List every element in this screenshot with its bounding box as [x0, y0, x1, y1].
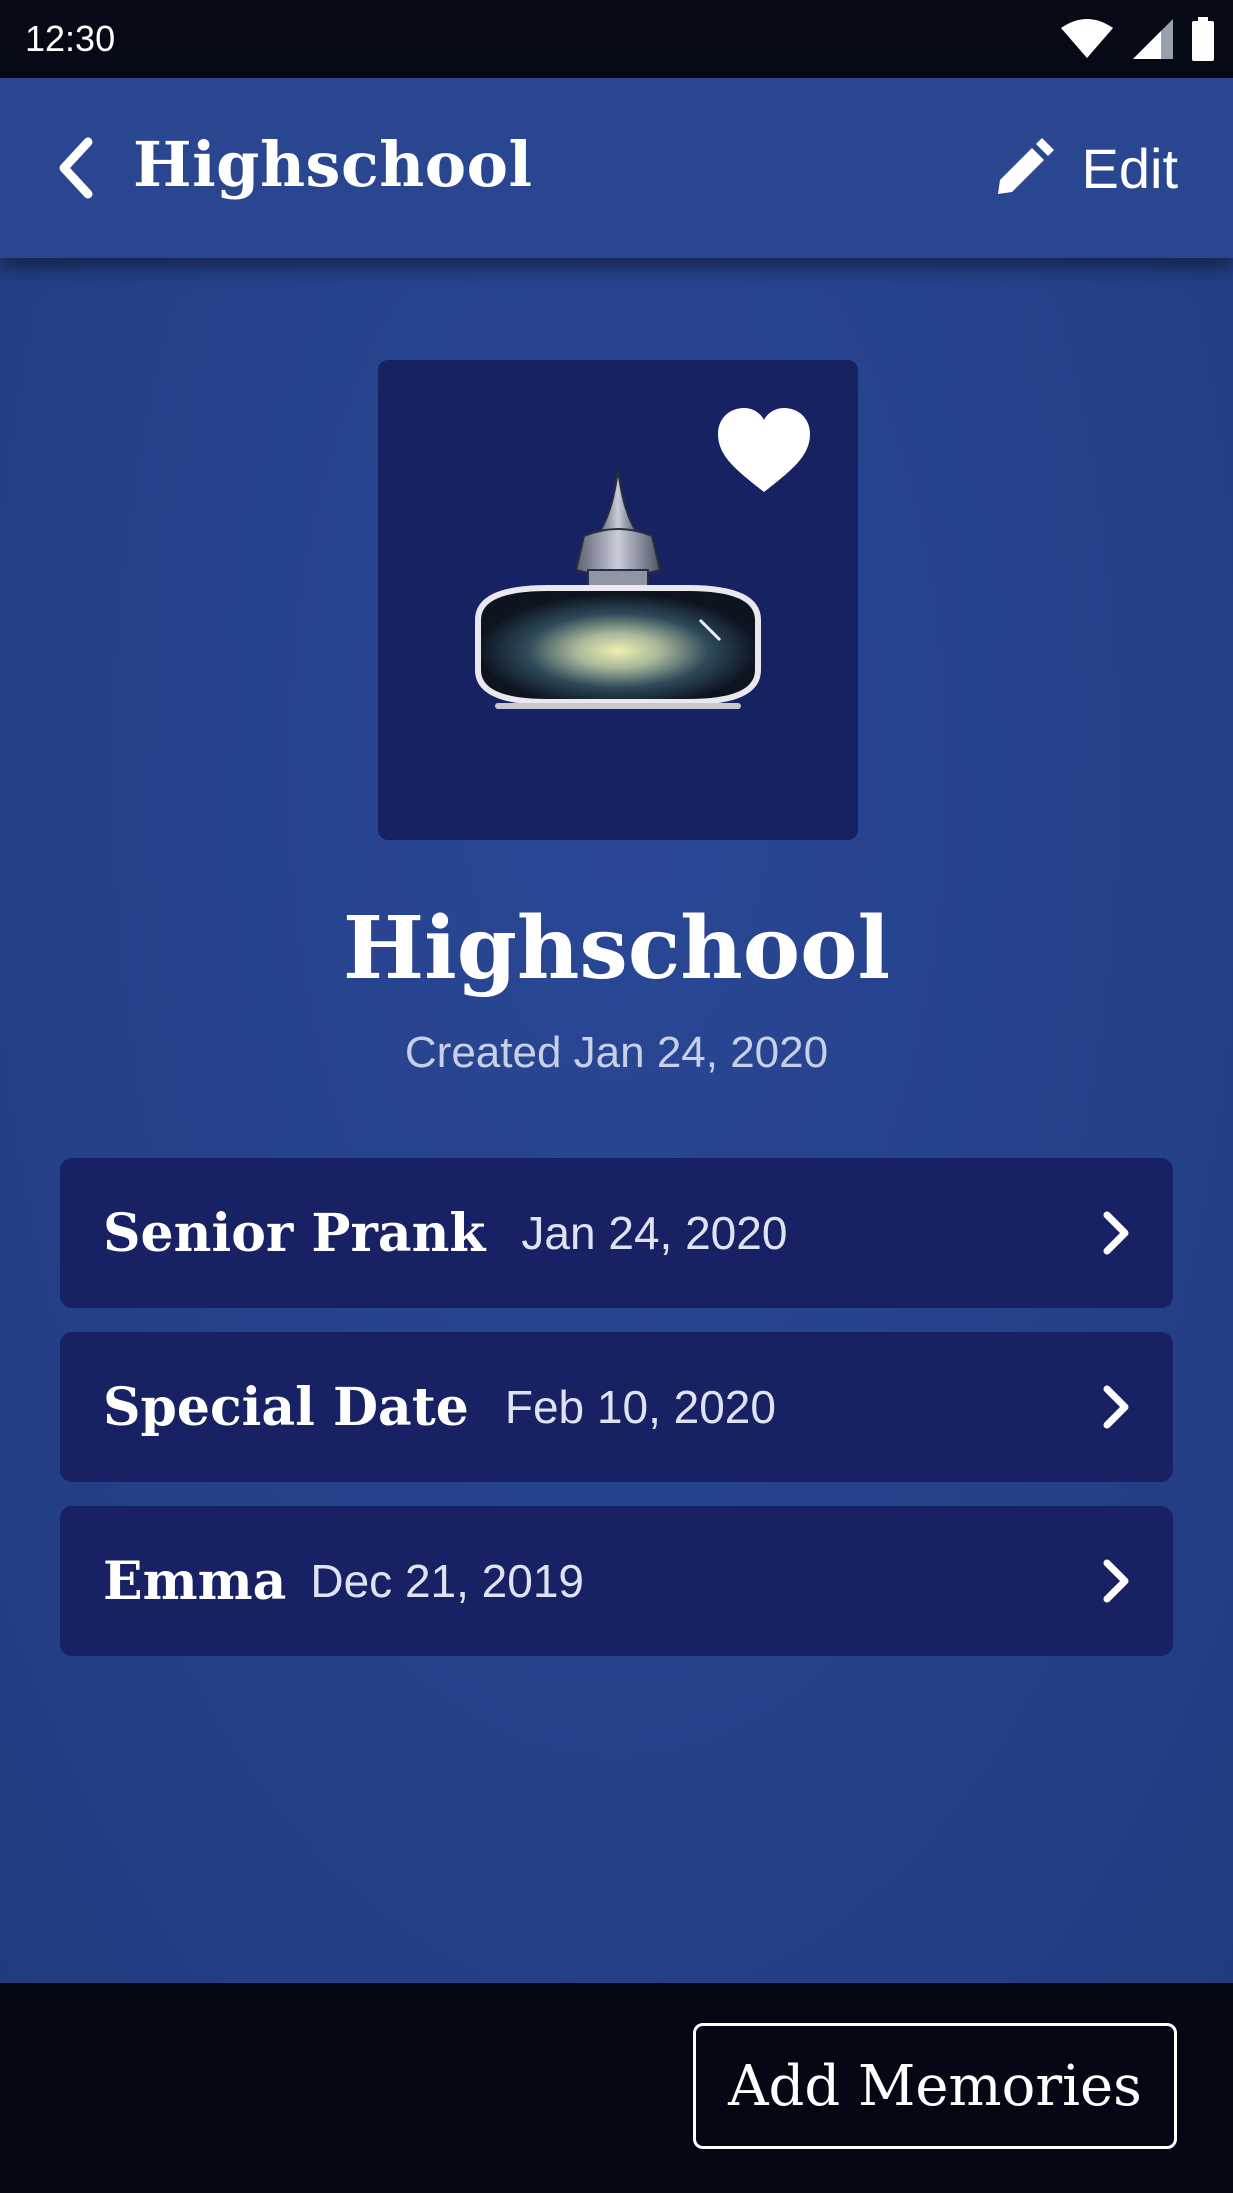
back-button[interactable]: [50, 128, 110, 208]
memory-item-senior-prank[interactable]: Senior Prank Jan 24, 2020: [60, 1158, 1173, 1308]
status-bar: 12:30: [0, 0, 1233, 78]
memory-date: Jan 24, 2020: [521, 1207, 788, 1259]
memory-item-special-date[interactable]: Special Date Feb 10, 2020: [60, 1332, 1173, 1482]
battery-icon: [1192, 17, 1214, 61]
memory-date: Dec 21, 2019: [310, 1555, 585, 1607]
edit-label: Edit: [1081, 136, 1179, 200]
content-area: Highschool Created Jan 24, 2020 Senior P…: [0, 258, 1233, 1983]
status-icons: [1059, 16, 1215, 62]
memory-name: Senior Prank: [103, 1202, 486, 1264]
collection-image: [378, 360, 858, 840]
chevron-right-icon: [1103, 1211, 1129, 1255]
chevron-left-icon: [59, 137, 93, 199]
bottom-bar: Add Memories: [0, 1983, 1233, 2193]
add-memories-button[interactable]: Add Memories: [693, 2023, 1177, 2149]
ink-bottle-illustration: [475, 470, 761, 709]
memory-list: Senior Prank Jan 24, 2020 Special Date F…: [60, 1158, 1173, 1680]
created-date: Created Jan 24, 2020: [404, 1028, 829, 1077]
chevron-right-icon: [1103, 1559, 1129, 1603]
page-title: Highschool: [133, 128, 533, 201]
chevron-right-icon: [1103, 1385, 1129, 1429]
edit-button[interactable]: Edit: [992, 130, 1179, 206]
memory-item-emma[interactable]: Emma Dec 21, 2019: [60, 1506, 1173, 1656]
wifi-icon: [1061, 19, 1113, 58]
memory-name: Special Date: [103, 1376, 469, 1438]
app-bar: Highschool Edit: [0, 78, 1233, 258]
memory-date: Feb 10, 2020: [504, 1381, 776, 1433]
pencil-icon: [997, 138, 1054, 194]
collection-title: Highschool: [342, 898, 891, 999]
memory-name: Emma: [103, 1550, 287, 1612]
status-time: 12:30: [25, 18, 116, 59]
signal-icon: [1133, 19, 1173, 59]
